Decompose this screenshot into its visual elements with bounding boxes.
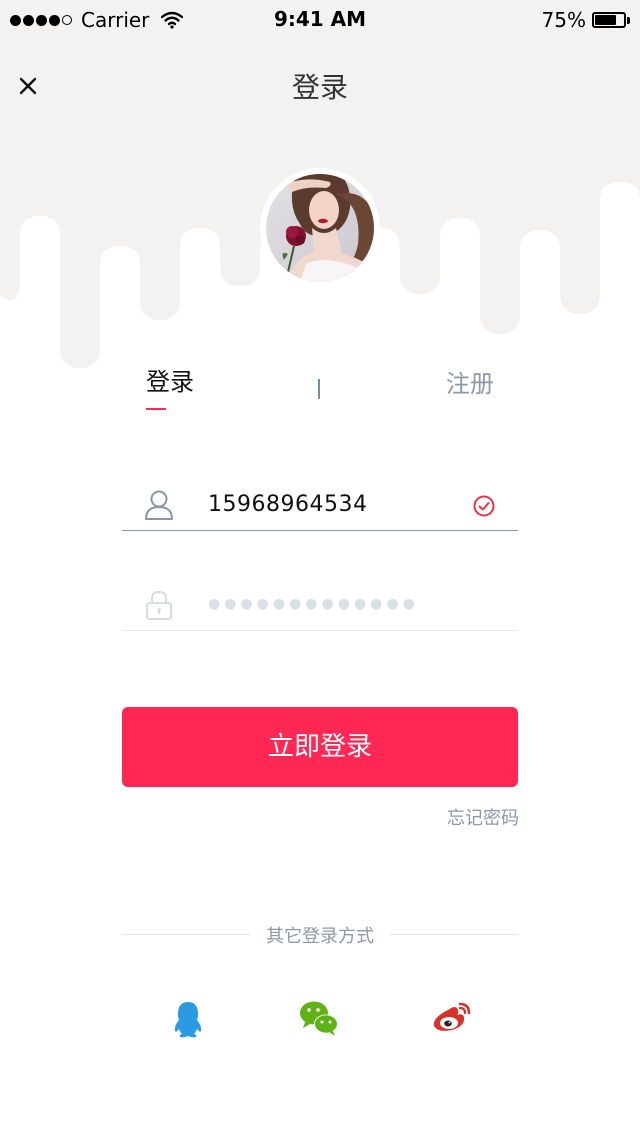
battery-icon: [592, 12, 626, 28]
password-input[interactable]: [208, 586, 458, 622]
status-bar: Carrier 9:41 AM 75%: [0, 0, 640, 40]
avatar: [266, 174, 374, 282]
user-icon: [145, 490, 173, 520]
battery-percent: 75%: [541, 8, 586, 32]
status-right: 75%: [542, 7, 630, 33]
login-screen: Carrier 9:41 AM 75% 登录 登录 注册 15968964534…: [0, 0, 640, 1136]
password-field: [122, 580, 518, 631]
battery-level: [595, 15, 616, 25]
qq-icon: [174, 1002, 202, 1038]
lock-icon: [146, 590, 172, 620]
check-circle-icon: [473, 495, 495, 517]
wechat-icon: [300, 1001, 338, 1036]
page-title: 登录: [291, 71, 348, 104]
tab-login[interactable]: 登录: [146, 362, 194, 397]
weibo-login-button[interactable]: [430, 996, 474, 1040]
tab-divider: [318, 379, 320, 399]
tab-active-indicator: [146, 408, 166, 410]
battery-tip: [627, 16, 630, 24]
weibo-icon: [433, 1002, 471, 1031]
tab-register[interactable]: 注册: [446, 364, 494, 399]
divider-line-right: [390, 934, 518, 935]
qq-login-button[interactable]: [166, 996, 210, 1040]
wechat-login-button[interactable]: [297, 996, 341, 1040]
phone-field: [122, 480, 518, 531]
other-login-label: 其它登录方式: [266, 926, 374, 947]
login-submit-button[interactable]: 立即登录: [122, 707, 518, 787]
phone-input[interactable]: [208, 486, 458, 522]
forgot-password-link[interactable]: 忘记密码: [447, 804, 519, 830]
avatar-image: [266, 174, 374, 282]
